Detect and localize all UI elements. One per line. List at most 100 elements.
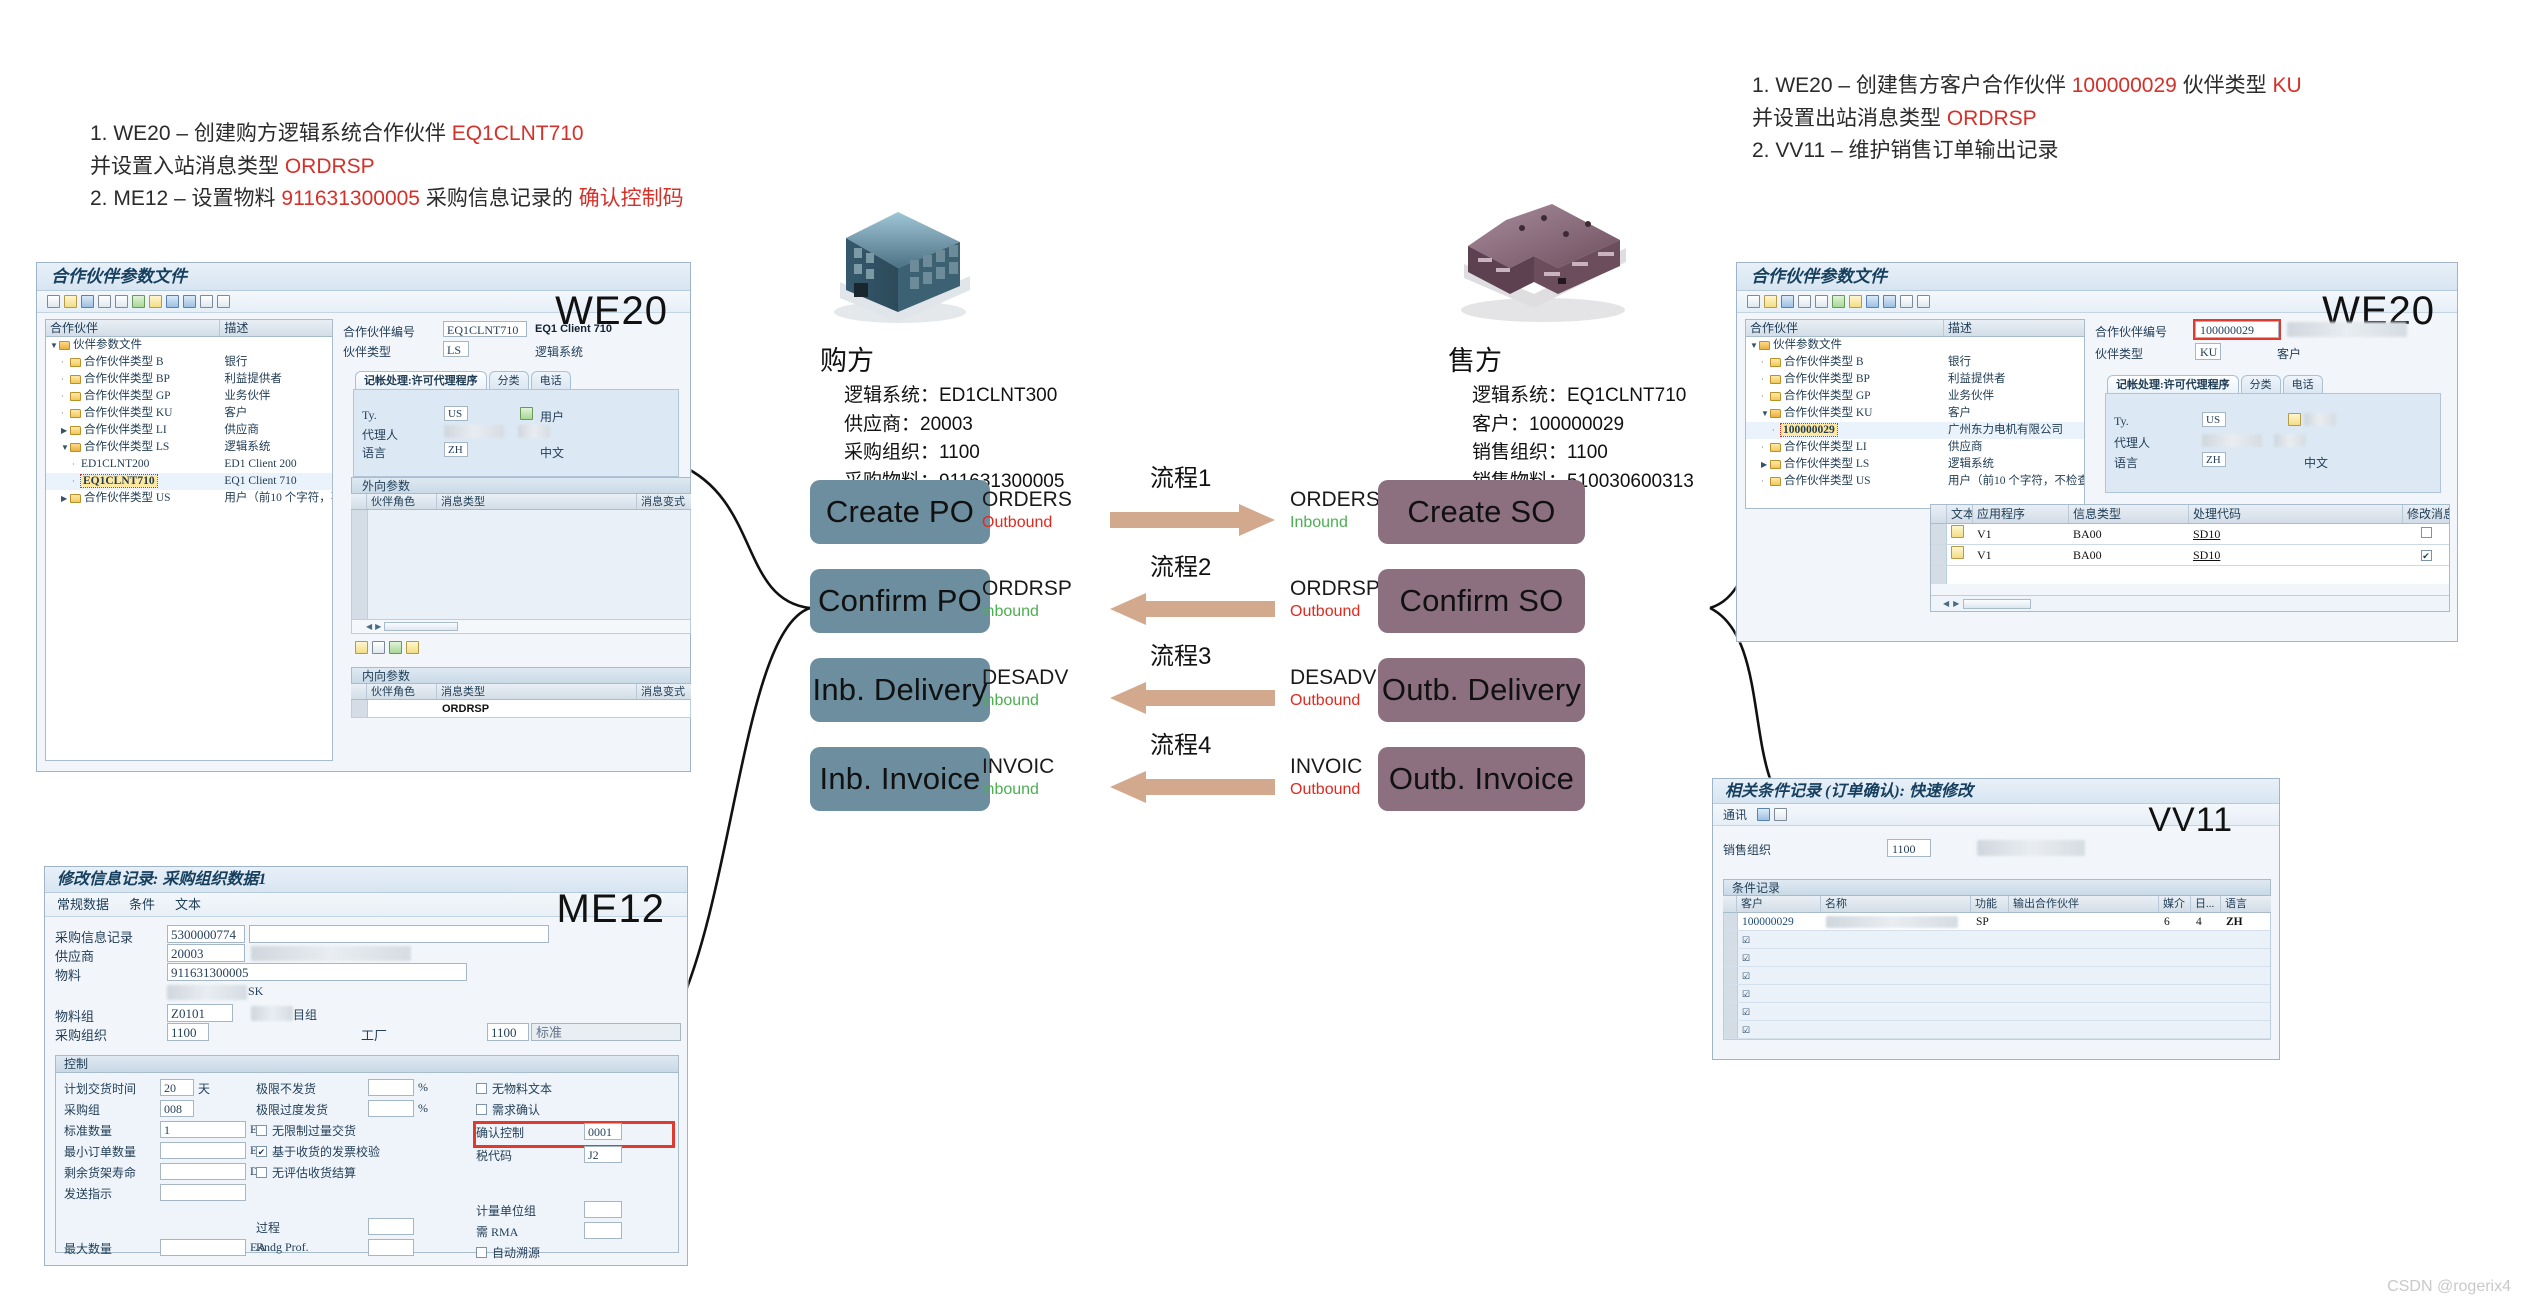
- tree-row[interactable]: · 合作伙伴类型 B 银行: [1746, 354, 2084, 371]
- delete-icon[interactable]: [115, 295, 128, 308]
- f-porg-value[interactable]: 1100: [167, 1023, 209, 1041]
- agent-field-masked[interactable]: [2202, 434, 2262, 447]
- tree-row[interactable]: ▼ 合作伙伴类型 KU 客户: [1746, 405, 2084, 422]
- communication-icon[interactable]: [1757, 808, 1771, 821]
- check-icon[interactable]: [132, 295, 145, 308]
- vv11-row[interactable]: ☑: [1724, 985, 2270, 1003]
- new-icon[interactable]: [1747, 295, 1760, 308]
- copy-icon[interactable]: [1798, 295, 1811, 308]
- hierarchy-icon[interactable]: [1866, 295, 1879, 308]
- f-matgrp-value[interactable]: Z0101: [167, 1004, 233, 1022]
- flow-box-seller[interactable]: Confirm SO: [1378, 569, 1585, 633]
- text-edit-icon[interactable]: [1951, 546, 1964, 559]
- expand-icon[interactable]: [200, 295, 213, 308]
- add-row-icon[interactable]: [389, 641, 402, 654]
- tree-twisty[interactable]: ·: [1761, 473, 1770, 490]
- search-icon[interactable]: [355, 641, 368, 654]
- lang-field[interactable]: ZH: [444, 442, 468, 457]
- outbound-grid[interactable]: [351, 510, 691, 620]
- tree-row[interactable]: · 合作伙伴类型 GP 业务伙伴: [1746, 388, 2084, 405]
- msgtable-proccode[interactable]: SD10: [2193, 527, 2220, 541]
- control-value[interactable]: 008: [160, 1100, 194, 1117]
- new-icon[interactable]: [47, 295, 60, 308]
- tree-row[interactable]: · ED1CLNT200 ED1 Client 200: [46, 456, 332, 473]
- tree-twisty[interactable]: ·: [72, 456, 81, 473]
- checkbox[interactable]: ✔: [256, 1146, 267, 1157]
- ty-field[interactable]: US: [444, 406, 468, 421]
- control-value[interactable]: [160, 1163, 246, 1180]
- tree-row[interactable]: · 合作伙伴类型 US 用户（前10 个字符，不检查: [1746, 473, 2084, 490]
- f-plant-value[interactable]: 1100: [487, 1023, 529, 1041]
- msgtable-proccode[interactable]: SD10: [2193, 548, 2220, 562]
- vv11-comm-label[interactable]: 通讯: [1723, 806, 1747, 823]
- tree-twisty[interactable]: ▶: [61, 490, 70, 507]
- partner-type-field[interactable]: LS: [443, 341, 469, 357]
- create-icon[interactable]: [372, 641, 385, 654]
- f-info-desc[interactable]: [249, 925, 549, 943]
- msgtable-changed-checkbox[interactable]: ✔: [2420, 550, 2432, 561]
- flow-box-seller[interactable]: Outb. Invoice: [1378, 747, 1585, 811]
- tree-twisty[interactable]: ·: [1761, 371, 1770, 388]
- outbound-actions[interactable]: [355, 641, 691, 654]
- tree-twisty[interactable]: ▼: [1750, 337, 1759, 354]
- we20-right-msgtable[interactable]: 文本 应用程序 信息类型 处理代码 修改消息 V1 BA00 SD10 V1 BA00 S…: [1930, 504, 2450, 612]
- control-value[interactable]: [160, 1184, 246, 1201]
- display-icon[interactable]: [1781, 295, 1794, 308]
- checkbox[interactable]: [256, 1167, 267, 1178]
- flow-box-seller[interactable]: Outb. Delivery: [1378, 658, 1585, 722]
- flow-box-seller[interactable]: Create SO: [1378, 480, 1585, 544]
- we20-right-tree[interactable]: 合作伙伴 描述 ▼ 伙伴参数文件 · 合作伙伴类型 B 银行 · 合作伙伴类型 BP 利益提供…: [1745, 319, 2085, 509]
- control-value[interactable]: [584, 1201, 622, 1218]
- copy-icon[interactable]: [98, 295, 111, 308]
- flow-box-buyer[interactable]: Inb. Invoice: [810, 747, 990, 811]
- outbound-hscroll[interactable]: ◀ ▶: [351, 620, 691, 634]
- control-value[interactable]: [584, 1222, 622, 1239]
- tree-row[interactable]: · 合作伙伴类型 BP 利益提供者: [46, 371, 332, 388]
- checkbox[interactable]: [476, 1247, 487, 1258]
- hierarchy-icon[interactable]: [166, 295, 179, 308]
- vv11-row[interactable]: ☑: [1724, 967, 2270, 985]
- edit-icon[interactable]: [1764, 295, 1777, 308]
- lang-field[interactable]: ZH: [2202, 452, 2226, 467]
- tree-row[interactable]: · EQ1CLNT710 EQ1 Client 710: [46, 473, 332, 490]
- control-value[interactable]: [160, 1142, 246, 1159]
- control-value[interactable]: J2: [584, 1146, 622, 1163]
- detail-tab[interactable]: 记帐处理:许可代理程序: [2107, 375, 2239, 393]
- checkbox[interactable]: [476, 1083, 487, 1094]
- tree-twisty[interactable]: ·: [1761, 388, 1770, 405]
- partner-type-field[interactable]: KU: [2195, 343, 2221, 360]
- f-material-value[interactable]: 911631300005: [167, 963, 467, 981]
- tree-twisty[interactable]: ▼: [1761, 405, 1770, 422]
- tree-twisty[interactable]: ·: [1772, 422, 1781, 439]
- collapse-icon[interactable]: [217, 295, 230, 308]
- control-value[interactable]: [160, 1239, 246, 1256]
- tree-row[interactable]: · 合作伙伴类型 GP 业务伙伴: [46, 388, 332, 405]
- delete-icon[interactable]: [1815, 295, 1828, 308]
- tree-twisty[interactable]: ▶: [61, 422, 70, 439]
- msgtable-hscroll[interactable]: ◀ ▶: [1931, 595, 2449, 611]
- partner-no-field[interactable]: 100000029: [2193, 319, 2281, 340]
- tree-row[interactable]: ▶ 合作伙伴类型 US 用户（前10 个字符，不检查: [46, 490, 332, 507]
- me12-menu-item[interactable]: 文本: [175, 897, 201, 912]
- vv11-row[interactable]: ☑: [1724, 949, 2270, 967]
- detail-tab[interactable]: 电话: [530, 371, 571, 389]
- vv11-row[interactable]: ☑: [1724, 1021, 2270, 1039]
- partner-no-field[interactable]: EQ1CLNT710: [443, 321, 527, 337]
- tree-twisty[interactable]: ·: [61, 354, 70, 371]
- control-value[interactable]: [368, 1079, 414, 1096]
- tree-twisty[interactable]: ·: [61, 371, 70, 388]
- tree-twisty[interactable]: ·: [1761, 439, 1770, 456]
- msgtable-row[interactable]: V1 BA00 SD10: [1931, 524, 2449, 545]
- vv11-row[interactable]: 100000029 SP 6 4 ZH: [1724, 913, 2270, 931]
- checkbox[interactable]: [256, 1125, 267, 1136]
- detail-tab[interactable]: 记帐处理:许可代理程序: [355, 371, 487, 389]
- me12-menu-item[interactable]: 常规数据: [57, 897, 109, 912]
- tree-twisty[interactable]: ·: [61, 405, 70, 422]
- tree-row[interactable]: · 合作伙伴类型 B 银行: [46, 354, 332, 371]
- f-info-value[interactable]: 5300000774: [167, 925, 245, 943]
- tree-twisty[interactable]: ▼: [50, 337, 59, 354]
- vv11-row[interactable]: ☑: [1724, 931, 2270, 949]
- control-value[interactable]: [368, 1239, 414, 1256]
- flow-box-buyer[interactable]: Create PO: [810, 480, 990, 544]
- tree-row[interactable]: ▼ 伙伴参数文件: [1746, 337, 2084, 354]
